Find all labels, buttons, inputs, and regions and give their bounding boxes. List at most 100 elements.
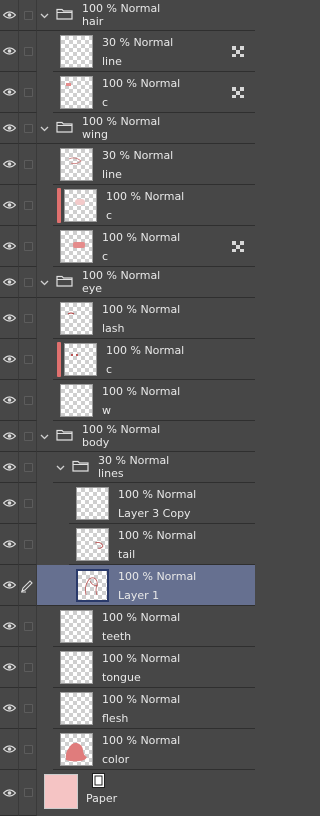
eye-icon[interactable]	[3, 499, 16, 507]
layer-checkbox[interactable]	[24, 703, 33, 713]
blend-mode-label: 100 % Normal	[82, 423, 161, 436]
layer-checkbox[interactable]	[24, 788, 33, 797]
layer-checkbox[interactable]	[24, 662, 33, 672]
layer-row-paper[interactable]: Paper	[0, 770, 255, 816]
eye-icon[interactable]	[3, 745, 16, 753]
eye-icon[interactable]	[3, 432, 16, 440]
chevron-down-icon[interactable]	[40, 126, 49, 132]
layer-checkbox[interactable]	[24, 46, 33, 56]
layer-thumbnail	[60, 651, 93, 684]
layer-folder-eye[interactable]: 100 % Normal eye	[0, 267, 255, 298]
folder-icon	[56, 429, 73, 441]
layer-row-eye-w[interactable]: 100 % Normal w	[0, 380, 255, 421]
layer-row-tail[interactable]: 100 % Normal tail	[0, 524, 255, 565]
layer-thumbnail	[60, 35, 93, 68]
layer-row-hair-line[interactable]: 30 % Normal line	[0, 31, 255, 72]
eye-icon[interactable]	[3, 463, 16, 471]
layer-checkbox[interactable]	[24, 277, 33, 287]
layer-name: Layer 3 Copy	[118, 507, 191, 520]
chevron-down-icon[interactable]	[40, 280, 49, 286]
eye-icon[interactable]	[3, 540, 16, 548]
layer-checkbox[interactable]	[24, 87, 33, 97]
layer-folder-lines[interactable]: 30 % Normal lines	[0, 452, 255, 483]
layer-checkbox[interactable]	[24, 621, 33, 631]
layer-thumbnail	[76, 569, 109, 602]
active-layer-marker	[57, 188, 61, 223]
clip-mask-icon	[232, 240, 244, 252]
eye-icon[interactable]	[3, 663, 16, 671]
layer-name: line	[102, 168, 122, 181]
eye-icon[interactable]	[3, 622, 16, 630]
layer-row-wing-c-active[interactable]: 100 % Normal c	[0, 185, 255, 226]
blend-mode-label: 100 % Normal	[102, 77, 181, 90]
folder-icon	[56, 275, 73, 287]
blend-mode-label: 100 % Normal	[82, 115, 161, 128]
layer-checkbox[interactable]	[24, 354, 33, 364]
eye-icon[interactable]	[3, 242, 16, 250]
eye-icon[interactable]	[3, 278, 16, 286]
layer-checkbox[interactable]	[24, 431, 33, 441]
folder-icon	[72, 460, 89, 472]
eye-icon[interactable]	[3, 47, 16, 55]
blend-mode-label: 30 % Normal	[98, 454, 170, 467]
layer-row-color[interactable]: 100 % Normal color	[0, 729, 255, 770]
layer-panel: 100 % Normal hair 30 % Normal line 100 %…	[0, 0, 255, 816]
layer-checkbox[interactable]	[24, 462, 33, 472]
layer-row-eye-c[interactable]: 100 % Normal c	[0, 339, 255, 380]
layer-row-teeth[interactable]: 100 % Normal teeth	[0, 606, 255, 647]
layer-thumbnail	[76, 528, 109, 561]
layer-folder-wing[interactable]: 100 % Normal wing	[0, 113, 255, 144]
paper-color-swatch[interactable]	[44, 774, 78, 809]
chevron-down-icon[interactable]	[56, 465, 65, 471]
blend-mode-label: 100 % Normal	[102, 231, 181, 244]
chevron-down-icon[interactable]	[40, 13, 49, 19]
layer-name: body	[82, 436, 110, 449]
layer-checkbox[interactable]	[24, 200, 33, 210]
layer-name: Layer 1	[118, 589, 160, 602]
layer-checkbox[interactable]	[24, 498, 33, 508]
layer-row-tongue[interactable]: 100 % Normal tongue	[0, 647, 255, 688]
eye-icon[interactable]	[3, 124, 16, 132]
eye-icon[interactable]	[3, 88, 16, 96]
clip-mask-icon	[232, 45, 244, 57]
layer-checkbox[interactable]	[24, 159, 33, 169]
layer-thumbnail	[60, 76, 93, 109]
layer-checkbox[interactable]	[24, 123, 33, 133]
eye-icon[interactable]	[3, 11, 16, 19]
layer-row-layer-1[interactable]: 100 % Normal Layer 1	[0, 565, 255, 606]
layer-row-eye-lash[interactable]: 100 % Normal lash	[0, 298, 255, 339]
blend-mode-label: 100 % Normal	[82, 269, 161, 282]
active-layer-marker	[57, 342, 61, 377]
eye-icon[interactable]	[3, 314, 16, 322]
layer-checkbox[interactable]	[24, 395, 33, 405]
layer-checkbox[interactable]	[24, 744, 33, 754]
layer-thumbnail	[60, 384, 93, 417]
clip-mask-icon	[232, 86, 244, 98]
paper-icon	[92, 773, 105, 788]
eye-icon[interactable]	[3, 355, 16, 363]
layer-row-hair-c[interactable]: 100 % Normal c	[0, 72, 255, 113]
layer-checkbox[interactable]	[24, 241, 33, 251]
layer-checkbox[interactable]	[24, 10, 33, 20]
layer-row-wing-line[interactable]: 30 % Normal line	[0, 144, 255, 185]
layer-checkbox[interactable]	[24, 313, 33, 323]
eye-icon[interactable]	[3, 160, 16, 168]
eye-icon[interactable]	[3, 396, 16, 404]
layer-row-flesh[interactable]: 100 % Normal flesh	[0, 688, 255, 729]
chevron-down-icon[interactable]	[40, 434, 49, 440]
layer-checkbox[interactable]	[24, 539, 33, 549]
layer-folder-body[interactable]: 100 % Normal body	[0, 421, 255, 452]
eye-icon[interactable]	[3, 788, 16, 797]
eye-icon[interactable]	[3, 581, 16, 589]
layer-name: tongue	[102, 671, 141, 684]
layer-folder-hair[interactable]: 100 % Normal hair	[0, 0, 255, 31]
layer-name: hair	[82, 15, 104, 28]
layer-row-wing-c[interactable]: 100 % Normal c	[0, 226, 255, 267]
blend-mode-label: 100 % Normal	[118, 570, 197, 583]
layer-thumbnail	[60, 148, 93, 181]
blend-mode-label: 30 % Normal	[102, 36, 174, 49]
layer-row-layer-3-copy[interactable]: 100 % Normal Layer 3 Copy	[0, 483, 255, 524]
eye-icon[interactable]	[3, 704, 16, 712]
layer-name: flesh	[102, 712, 129, 725]
eye-icon[interactable]	[3, 201, 16, 209]
